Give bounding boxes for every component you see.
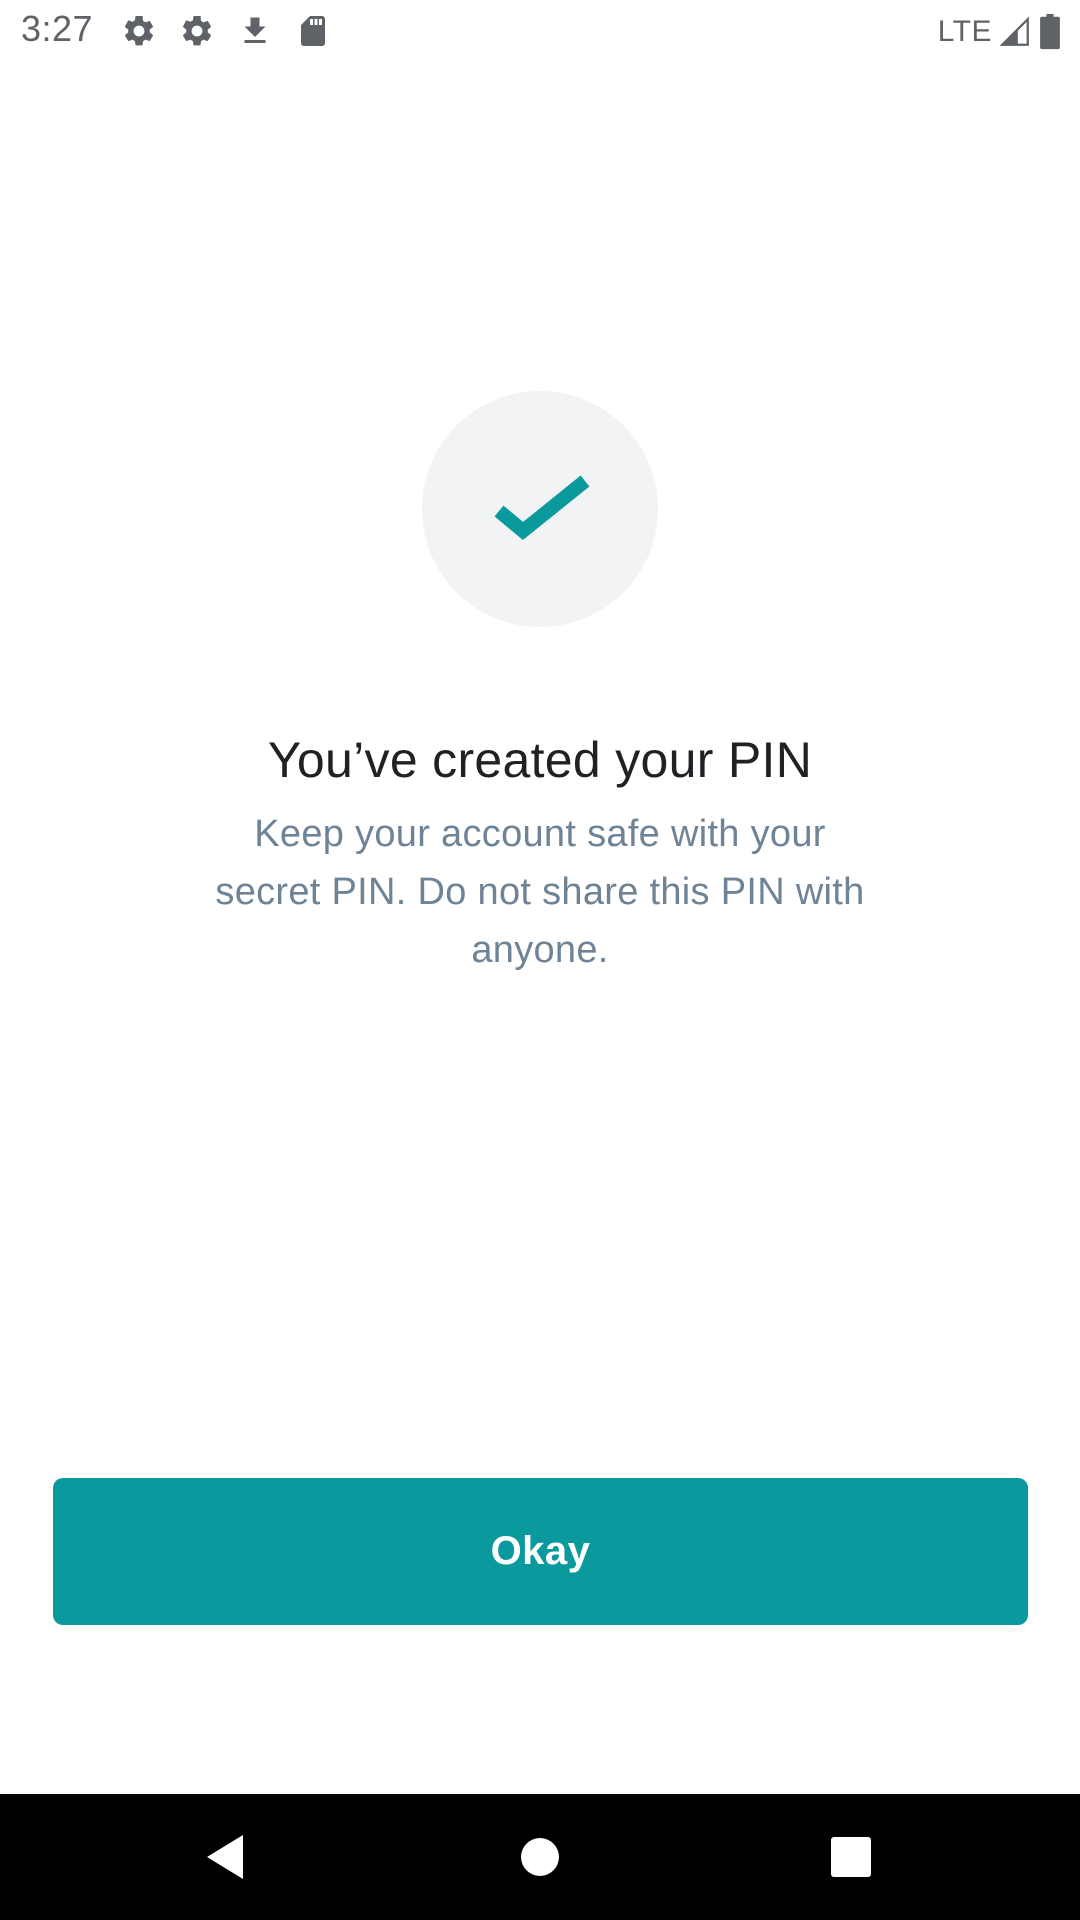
sd-card-icon [295,13,331,49]
back-icon [207,1835,243,1879]
settings-icon [179,13,215,49]
recents-icon [831,1837,871,1877]
checkmark-icon [494,475,590,541]
settings-icon [121,13,157,49]
download-icon [237,13,273,49]
back-button[interactable] [145,1794,305,1920]
home-icon [521,1838,559,1876]
success-badge [422,391,658,627]
status-time: 3:27 [21,8,94,49]
home-button[interactable] [460,1794,620,1920]
signal-icon [998,15,1032,49]
page-description: Keep your account safe with your secret … [215,813,865,971]
status-bar: 3:27 LTE [0,0,1080,63]
network-type: LTE [937,15,992,48]
pin-created-screen: 3:27 LTE You’ve created your PIN Keep yo… [0,0,1080,1920]
battery-icon [1038,14,1062,50]
status-right-group: LTE [938,10,1062,54]
recents-button[interactable] [771,1794,931,1920]
navigation-bar [0,1794,1080,1920]
okay-button[interactable]: Okay [53,1478,1028,1625]
page-title: You’ve created your PIN [267,732,813,788]
